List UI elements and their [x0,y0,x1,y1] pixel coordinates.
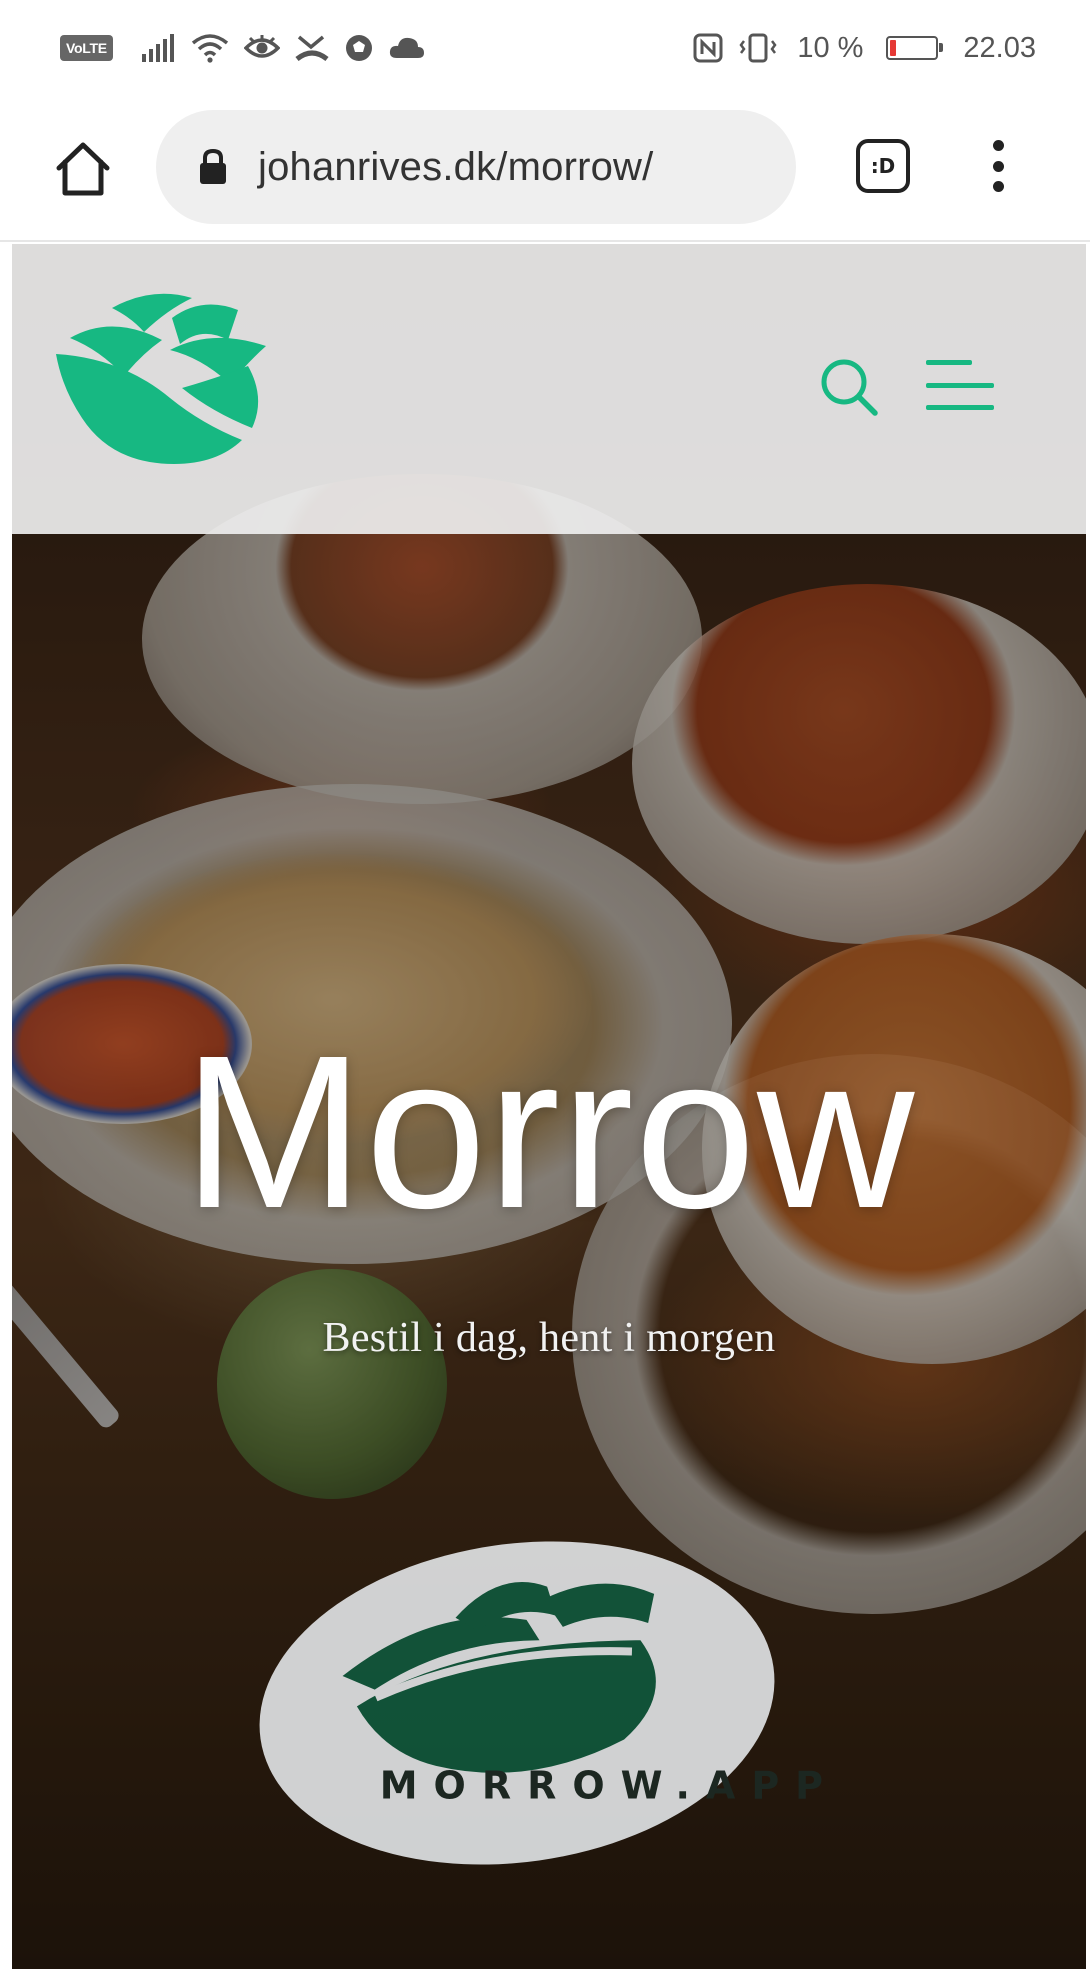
home-icon [56,142,110,196]
missed-call-icon [295,33,329,63]
site-header [12,244,1086,534]
address-bar[interactable]: johanrives.dk/morrow/ [156,110,796,224]
webpage: MORROW.APP Morrow Bestil i dag, hent i m… [12,244,1086,1969]
morrow-logo-icon [56,293,266,464]
nfc-icon [693,33,723,63]
signal-icon [141,34,176,62]
menu-line [926,405,994,410]
vibrate-icon [738,33,778,63]
menu-dot [992,140,1004,151]
hero-title: Morrow [182,1011,916,1254]
more-vert-icon[interactable] [984,140,1012,192]
battery-icon [886,36,944,60]
status-clock: 22.03 [963,31,1036,64]
status-bar: VoLTE 10 % 22.03 [0,0,1090,96]
status-right: 10 % 22.03 [693,32,1036,65]
tab-switcher-button[interactable]: :D [856,139,910,193]
browser-toolbar: johanrives.dk/morrow/ :D [0,96,1090,242]
battery-percentage: 10 % [797,31,864,64]
phone-screen: VoLTE 10 % 22.03 johanrives.dk/morrow/:… [0,0,1090,1969]
tab-switcher-icon: :D [870,154,896,178]
search-icon [821,359,878,416]
home-button[interactable] [50,136,116,202]
menu-dot [992,181,1004,192]
hero-subtitle: Bestil i dag, hent i morgen [322,1315,776,1361]
eye-icon [243,35,280,61]
wifi-icon [191,33,229,63]
football-icon [344,33,374,63]
url-text: johanrives.dk/morrow/ [258,144,654,189]
search-button[interactable] [818,356,880,418]
menu-icon[interactable] [926,360,994,410]
status-left: VoLTE [60,33,425,63]
volte-icon: VoLTE [60,35,113,61]
menu-line [926,382,994,388]
lock-icon [198,147,232,187]
battery-level-fill [890,40,897,56]
cloud-icon [389,36,425,60]
coaster-text: MORROW.APP [379,1763,840,1808]
menu-dot [992,160,1004,172]
morrow-logo[interactable] [52,288,270,464]
menu-line [926,360,972,365]
